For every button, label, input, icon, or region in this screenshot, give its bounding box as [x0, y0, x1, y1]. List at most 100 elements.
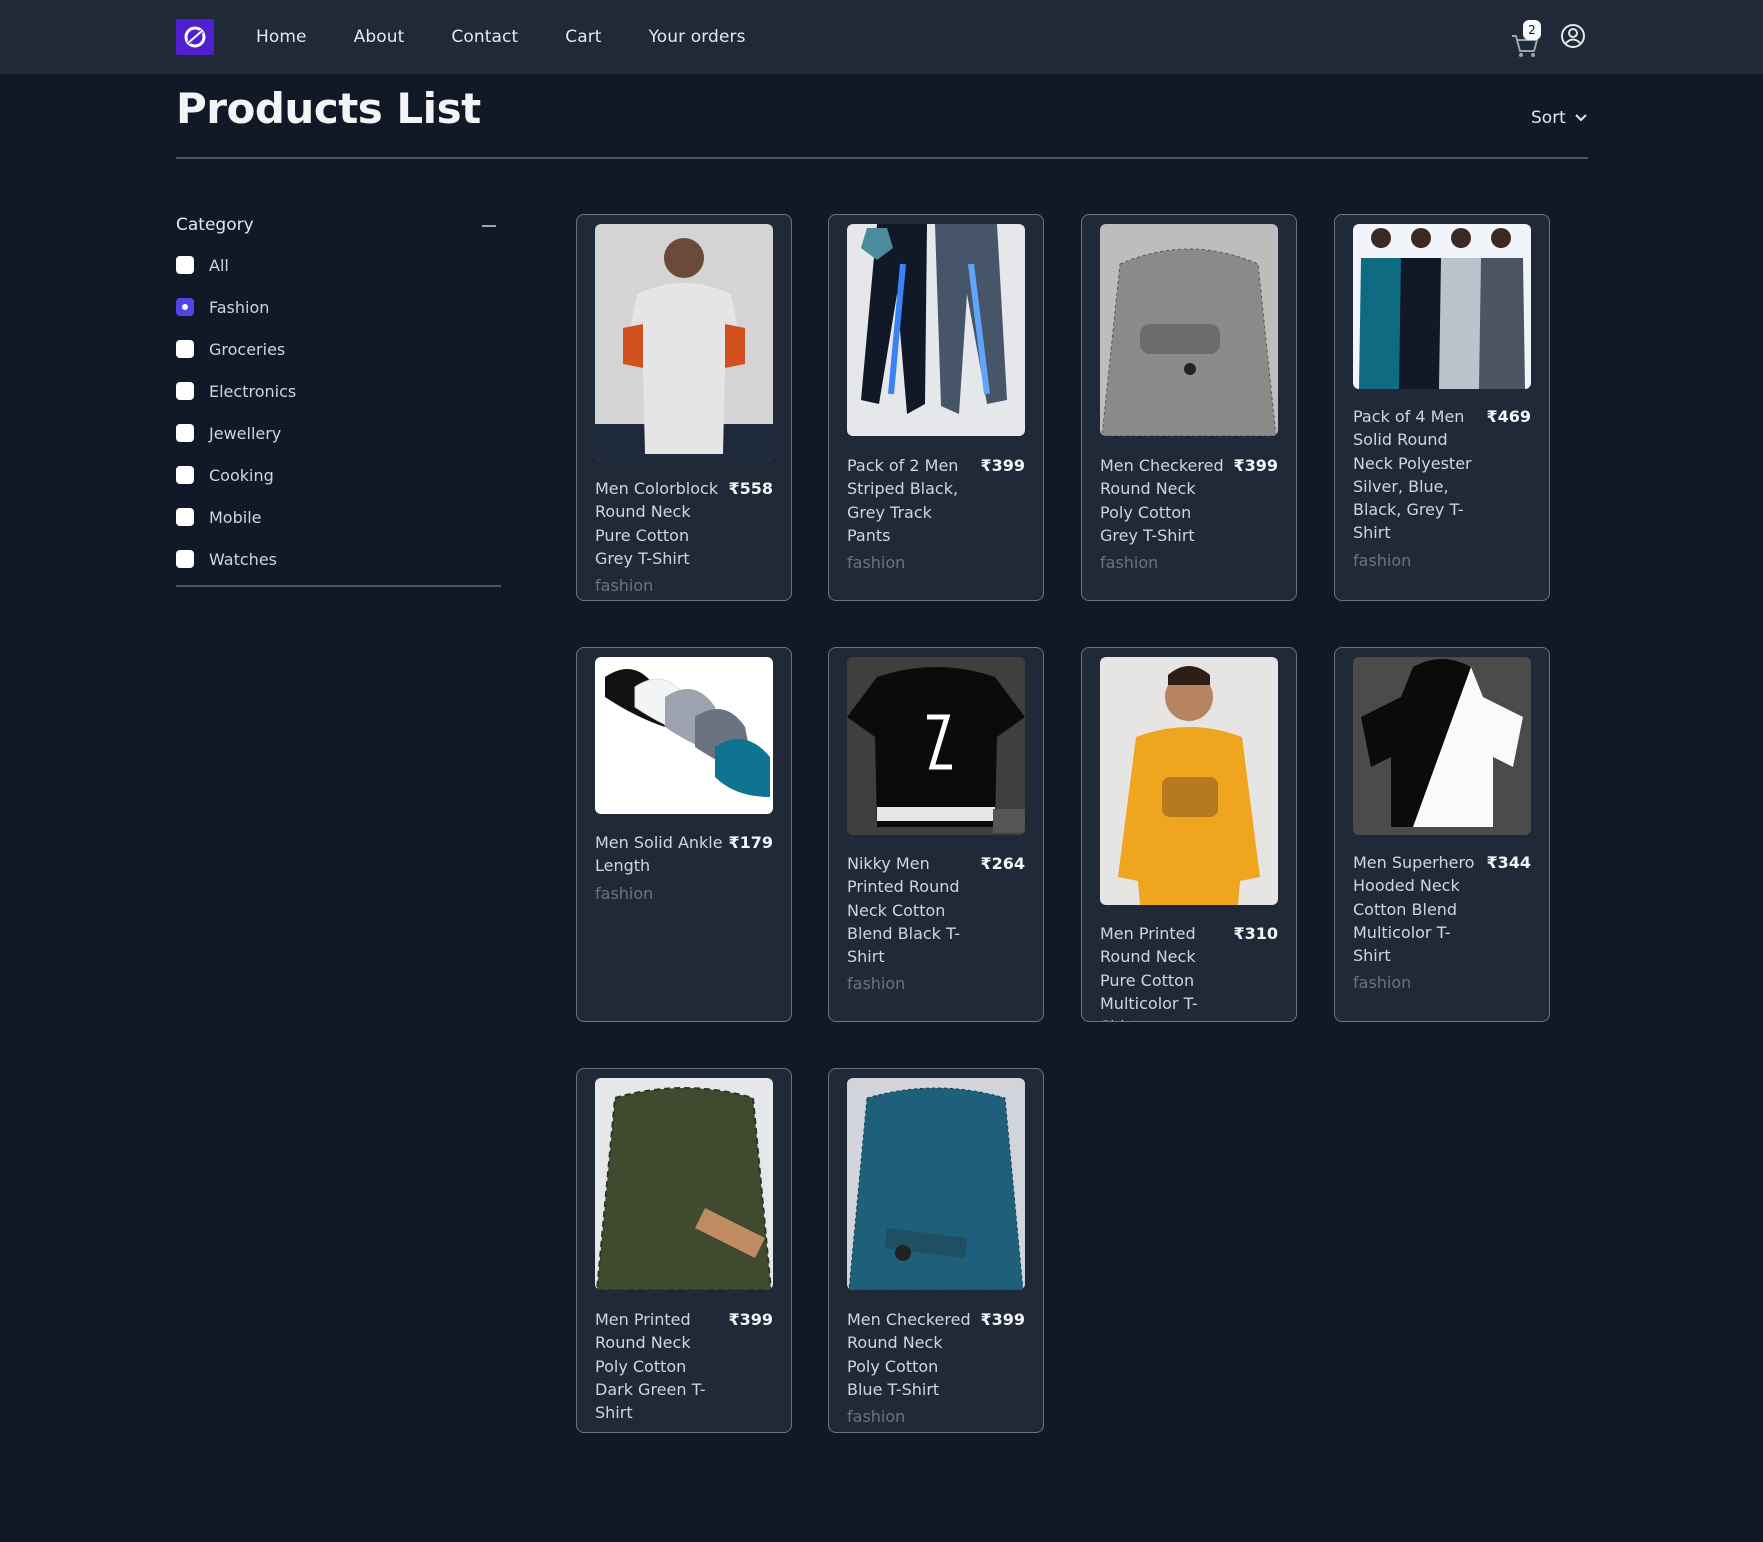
checkbox[interactable] [176, 466, 194, 484]
product-card[interactable]: Men Printed Round Neck Pure Cotton Multi… [1081, 647, 1297, 1022]
sidebar-divider [176, 585, 501, 587]
product-card[interactable]: Men Checkered Round Neck Poly Cotton Gre… [1081, 214, 1297, 601]
product-price: ₹469 [1486, 407, 1531, 426]
logo-icon [184, 26, 206, 48]
product-card[interactable]: Pack of 4 Men Solid Round Neck Polyester… [1334, 214, 1550, 601]
filter-option-mobile[interactable]: Mobile [176, 496, 498, 538]
collapse-minus-icon[interactable] [482, 225, 496, 227]
product-info: Men Checkered Round Neck Poly Cotton Blu… [847, 1308, 1025, 1428]
cart-count-badge: 2 [1523, 20, 1541, 40]
top-navbar: Home About Contact Cart Your orders 2 [0, 0, 1763, 74]
nav-link-about[interactable]: About [354, 27, 405, 47]
filter-option-label: Groceries [209, 339, 286, 359]
user-account-icon [1561, 24, 1585, 48]
checkbox[interactable] [176, 340, 194, 358]
product-info: Men Solid Ankle Length ₹179 fashion [595, 831, 773, 905]
product-card[interactable]: Pack of 2 Men Striped Black, Grey Track … [828, 214, 1044, 601]
filter-option-label: Mobile [209, 507, 262, 527]
product-price: ₹179 [728, 833, 773, 852]
chevron-down-icon [1575, 114, 1587, 122]
filter-option-electronics[interactable]: Electronics [176, 370, 498, 412]
product-info: Pack of 2 Men Striped Black, Grey Track … [847, 454, 1025, 574]
checkbox[interactable] [176, 382, 194, 400]
product-image [847, 224, 1025, 436]
product-price: ₹399 [980, 1310, 1025, 1329]
product-image [1100, 657, 1278, 905]
checkbox[interactable] [176, 256, 194, 274]
nav-link-home[interactable]: Home [256, 27, 307, 47]
product-name: Men Checkered Round Neck Poly Cotton Blu… [847, 1310, 971, 1399]
filter-option-label: Watches [209, 549, 277, 569]
category-filter-list: All Fashion Groceries Electronics Jewell… [176, 244, 498, 580]
product-category: fashion [1353, 973, 1412, 993]
product-name: Pack of 4 Men Solid Round Neck Polyester… [1353, 407, 1472, 543]
product-name: Men Solid Ankle Length [595, 833, 723, 876]
sort-button[interactable]: Sort [1531, 106, 1588, 130]
checkbox[interactable] [176, 424, 194, 442]
product-price: ₹399 [728, 1310, 773, 1329]
product-price: ₹264 [980, 854, 1025, 873]
product-card[interactable]: Men Printed Round Neck Poly Cotton Dark … [576, 1068, 792, 1433]
product-card[interactable]: Men Superhero Hooded Neck Cotton Blend M… [1334, 647, 1550, 1022]
checkbox[interactable] [176, 298, 194, 316]
product-price: ₹310 [1233, 924, 1278, 943]
product-info: Men Printed Round Neck Pure Cotton Multi… [1100, 922, 1278, 1021]
product-info: Pack of 4 Men Solid Round Neck Polyester… [1353, 405, 1531, 572]
filter-option-all[interactable]: All [176, 244, 498, 286]
product-price: ₹558 [728, 479, 773, 498]
product-price: ₹399 [1233, 456, 1278, 475]
filter-option-label: Cooking [209, 465, 274, 485]
product-category: fashion [847, 553, 906, 573]
product-card[interactable]: Men Solid Ankle Length ₹179 fashion [576, 647, 792, 1022]
product-info: Men Printed Round Neck Poly Cotton Dark … [595, 1308, 773, 1432]
product-name: Men Printed Round Neck Pure Cotton Multi… [1100, 924, 1198, 1021]
product-category: fashion [595, 883, 654, 903]
filter-option-cooking[interactable]: Cooking [176, 454, 498, 496]
page-title: Products List [176, 84, 481, 133]
sort-label: Sort [1531, 108, 1566, 128]
filter-option-label: All [209, 255, 229, 275]
product-image [847, 657, 1025, 835]
product-image [595, 224, 773, 460]
product-image [1100, 224, 1278, 436]
checkbox[interactable] [176, 550, 194, 568]
product-price: ₹344 [1486, 853, 1531, 872]
filter-option-jewellery[interactable]: Jewellery [176, 412, 498, 454]
filter-option-fashion[interactable]: Fashion [176, 286, 498, 328]
product-info: Nikky Men Printed Round Neck Cotton Blen… [847, 852, 1025, 995]
nav-link-contact[interactable]: Contact [451, 27, 518, 47]
product-category: fashion [1353, 550, 1412, 570]
product-info: Men Checkered Round Neck Poly Cotton Gre… [1100, 454, 1278, 574]
product-image [1353, 224, 1531, 389]
checkbox[interactable] [176, 508, 194, 526]
product-image [847, 1078, 1025, 1290]
product-card[interactable]: Men Colorblock Round Neck Pure Cotton Gr… [576, 214, 792, 601]
product-image [595, 657, 773, 814]
product-name: Men Checkered Round Neck Poly Cotton Gre… [1100, 456, 1224, 545]
filter-option-groceries[interactable]: Groceries [176, 328, 498, 370]
product-name: Men Colorblock Round Neck Pure Cotton Gr… [595, 479, 719, 568]
nav-link-orders[interactable]: Your orders [649, 27, 746, 47]
filter-option-label: Electronics [209, 381, 297, 401]
product-name: Nikky Men Printed Round Neck Cotton Blen… [847, 854, 961, 967]
product-card[interactable]: Nikky Men Printed Round Neck Cotton Blen… [828, 647, 1044, 1022]
product-category: fashion [595, 576, 654, 596]
filter-option-label: Jewellery [209, 423, 282, 443]
nav-links: Home About Contact Cart Your orders [256, 0, 793, 74]
nav-link-cart[interactable]: Cart [565, 27, 601, 47]
filter-option-label: Fashion [209, 297, 270, 317]
product-name: Men Printed Round Neck Poly Cotton Dark … [595, 1310, 706, 1423]
filter-option-watches[interactable]: Watches [176, 538, 498, 580]
user-menu-button[interactable] [1560, 23, 1586, 49]
product-card[interactable]: Men Checkered Round Neck Poly Cotton Blu… [828, 1068, 1044, 1433]
product-category: fashion [847, 974, 906, 994]
product-category: fashion [595, 1428, 773, 1432]
brand-logo[interactable] [176, 19, 214, 55]
product-image [595, 1078, 773, 1290]
header-divider [176, 157, 1588, 159]
product-image [1353, 657, 1531, 835]
product-info: Men Colorblock Round Neck Pure Cotton Gr… [595, 477, 773, 597]
category-filter-header[interactable]: Category [176, 215, 498, 239]
product-name: Pack of 2 Men Striped Black, Grey Track … [847, 456, 959, 545]
category-filter-title: Category [176, 215, 254, 235]
